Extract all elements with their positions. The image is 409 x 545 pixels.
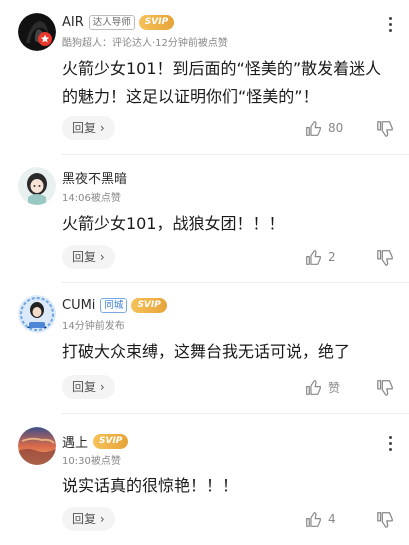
thumbs-up-icon (306, 379, 321, 395)
more-options-icon[interactable] (389, 436, 393, 454)
comment-meta: 酷狗超人：评论达人·12分钟前被点赞 (62, 38, 228, 49)
svip-badge: SVIP (131, 297, 167, 313)
reply-button[interactable]: 回复 › (62, 507, 115, 531)
like-count: 80 (328, 121, 344, 135)
avatar[interactable] (18, 427, 56, 465)
svip-badge: SVIP (93, 433, 129, 449)
avatar[interactable] (18, 295, 56, 333)
reply-button[interactable]: 回复 › (62, 116, 115, 140)
comment-text: 火箭少女101！到后面的“怪美的”散发着迷人的魅力！这足以证明你们“怪美的”！ (62, 59, 382, 106)
thumbs-down-icon[interactable] (376, 378, 394, 398)
expert-badge-icon (38, 32, 52, 46)
like-count: 赞 (328, 380, 341, 395)
comment-text: 打破大众束缚，这舞台我无话可说，绝了 (62, 342, 351, 361)
like-button[interactable]: 4 (305, 509, 336, 529)
like-button[interactable]: 赞 (305, 377, 340, 397)
thumbs-down-icon[interactable] (376, 510, 394, 530)
expert-tag: 达人导师 (88, 14, 135, 30)
divider (62, 154, 409, 155)
thumbs-up-icon (306, 120, 321, 136)
comment-meta: 14分钟前发布 (62, 321, 125, 332)
username[interactable]: 遇上 (62, 432, 88, 451)
thumbs-down-icon[interactable] (376, 119, 394, 139)
svip-badge: SVIP (138, 14, 175, 30)
comment-meta: 10:30被点赞 (62, 456, 121, 467)
comment-meta: 14:06被点赞 (62, 193, 121, 204)
reply-button[interactable]: 回复 › (62, 375, 115, 399)
thumbs-up-icon (306, 511, 321, 527)
username[interactable]: AIR (62, 15, 84, 30)
comment-text: 火箭少女101，战狼女团！！！ (62, 214, 285, 233)
thumbs-up-icon (306, 249, 321, 265)
username[interactable]: CUMi (62, 298, 95, 313)
like-button[interactable]: 2 (305, 247, 336, 267)
avatar[interactable] (18, 167, 56, 205)
thumbs-down-icon[interactable] (376, 248, 394, 268)
like-count: 2 (328, 250, 336, 264)
like-button[interactable]: 80 (305, 118, 343, 138)
comment-text: 说实话真的很惊艳！！！ (62, 476, 239, 495)
divider (62, 413, 409, 414)
divider (62, 282, 409, 283)
reply-button[interactable]: 回复 › (62, 245, 115, 269)
more-options-icon[interactable] (389, 17, 393, 35)
city-tag: 同城 (100, 297, 128, 313)
username[interactable]: 黑夜不黑暗 (62, 168, 127, 187)
like-count: 4 (328, 512, 336, 526)
